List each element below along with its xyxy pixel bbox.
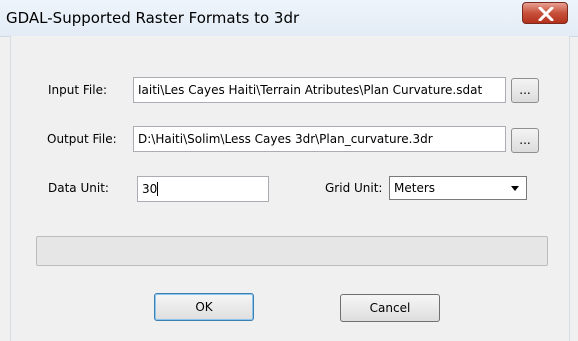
- grid-unit-value: Meters: [394, 181, 436, 195]
- data-unit-field[interactable]: 30: [137, 176, 269, 202]
- grid-unit-label: Grid Unit:: [325, 181, 383, 195]
- title-bar[interactable]: GDAL-Supported Raster Formats to 3dr: [0, 0, 578, 37]
- input-browse-button[interactable]: ...: [511, 78, 539, 103]
- chevron-down-icon[interactable]: [507, 180, 523, 196]
- output-browse-button[interactable]: ...: [511, 128, 539, 153]
- close-icon: [538, 7, 554, 21]
- output-file-field[interactable]: D:\Haiti\Solim\Less Cayes 3dr\Plan_curva…: [133, 126, 506, 152]
- grid-unit-select[interactable]: Meters: [389, 176, 527, 200]
- progress-bar: [36, 236, 548, 266]
- window-title: GDAL-Supported Raster Formats to 3dr: [6, 9, 300, 27]
- close-button[interactable]: [522, 2, 568, 24]
- dialog-window: GDAL-Supported Raster Formats to 3dr Inp…: [0, 0, 578, 341]
- ok-button[interactable]: OK: [154, 293, 254, 321]
- output-file-label: Output File:: [47, 132, 117, 146]
- text-caret: [157, 182, 159, 196]
- input-file-field[interactable]: Iaiti\Les Cayes Haiti\Terrain Atributes\…: [133, 77, 506, 103]
- input-file-label: Input File:: [48, 83, 108, 97]
- cancel-button[interactable]: Cancel: [340, 294, 440, 322]
- data-unit-label: Data Unit:: [48, 181, 109, 195]
- data-unit-value: 30: [142, 182, 158, 196]
